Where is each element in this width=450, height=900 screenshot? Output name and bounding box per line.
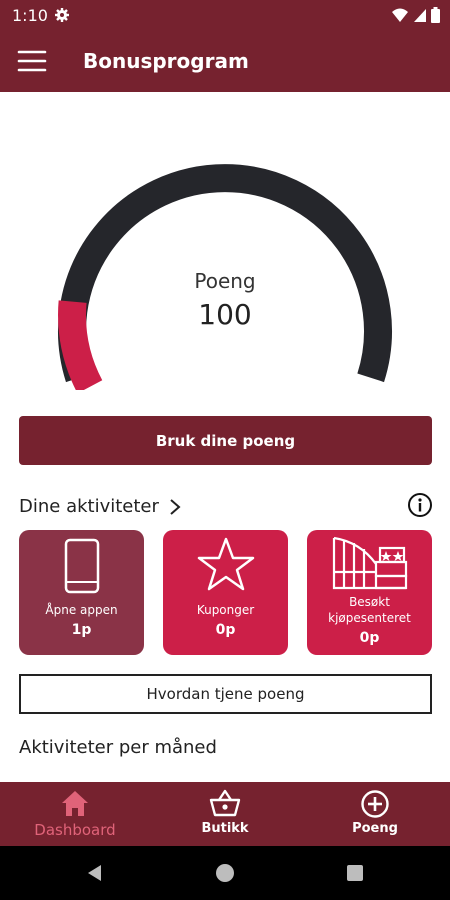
star-icon [163,536,288,592]
system-nav-bar [0,846,450,900]
home-icon [0,789,150,817]
signal-icon [414,9,426,22]
activity-card-coupons[interactable]: Kuponger 0p [163,530,288,655]
points-value: 100 [198,298,252,331]
activity-card-mall-visit[interactable]: Besøkt kjøpesenteret 0p [307,530,432,655]
app-bar: Bonusprogram [0,30,450,92]
nav-label: Butikk [201,821,249,836]
basket-icon [150,789,300,817]
home-circle-icon[interactable] [215,863,235,888]
menu-button[interactable] [14,46,50,76]
activity-card-open-app[interactable]: Åpne appen 1p [19,530,144,655]
nav-points[interactable]: Poeng [300,782,450,846]
status-time: 1:10 [12,6,48,25]
activities-title: Dine aktiviteter [19,496,159,517]
battery-icon [431,7,440,23]
nav-label: Poeng [352,821,398,836]
monthly-activities-title: Aktiviteter per måned [19,737,217,758]
back-icon[interactable] [85,863,105,888]
use-points-button[interactable]: Bruk dine poeng [19,416,432,465]
card-points: 0p [359,630,380,646]
card-label: Besøkt kjøpesenteret [328,595,411,625]
nav-label: Dashboard [34,821,116,839]
card-points: 0p [215,622,236,638]
activities-header[interactable]: Dine aktiviteter [19,496,181,517]
status-bar: 1:10 [0,0,450,30]
hamburger-icon [17,50,47,72]
card-points: 1p [71,622,92,638]
gauge-label: Poeng [194,269,256,293]
info-icon[interactable] [407,492,433,523]
card-label: Kuponger [196,603,255,617]
chevron-right-icon [170,498,181,515]
how-to-earn-points-button[interactable]: Hvordan tjene poeng [19,674,432,714]
settings-status-icon [54,7,70,28]
bottom-nav: Dashboard Butikk Poeng [0,782,450,846]
nav-shop[interactable]: Butikk [150,782,300,846]
plus-circle-icon [300,789,450,819]
nav-dashboard[interactable]: Dashboard [0,782,150,846]
phone-icon [19,538,144,594]
status-icons [391,7,440,23]
wifi-icon [392,8,408,22]
page-title: Bonusprogram [83,49,249,73]
shopping-mall-icon [307,534,432,590]
recents-icon[interactable] [346,863,364,888]
card-label: Åpne appen [45,603,118,617]
